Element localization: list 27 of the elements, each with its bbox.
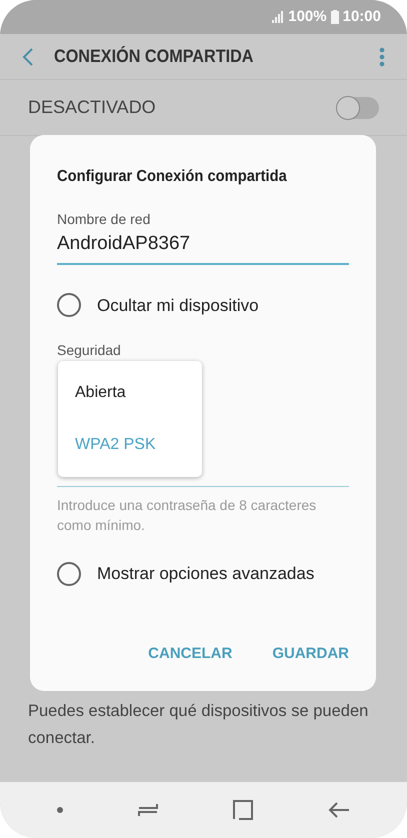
dialog-title: Configurar Conexión compartida <box>57 167 288 187</box>
field-label: Nombre de red <box>57 210 152 229</box>
helper-text: Introduce una contraseña de 8 caracteres como mínimo. <box>57 496 318 535</box>
signal-icon <box>272 11 284 23</box>
screen-title: CONEXIÓN COMPARTIDA <box>54 45 254 68</box>
option-label: Ocultar mi dispositivo <box>97 294 259 316</box>
dialog-button[interactable]: GUARDAR <box>272 638 349 669</box>
menu-item[interactable]: WPA2 PSK <box>58 419 202 471</box>
radio-button[interactable] <box>57 293 81 318</box>
home-icon[interactable] <box>232 800 253 820</box>
option-label: Mostrar opciones avanzadas <box>97 563 314 585</box>
description-text: Puedes establecer qué dispositivos se pueden conectar. <box>28 701 370 749</box>
recent-apps-icon[interactable] <box>138 802 158 818</box>
battery-level: 100% <box>288 6 327 27</box>
network-name-field[interactable]: AndroidAP8367 <box>57 230 349 264</box>
dot-icon <box>57 807 64 813</box>
menu-item[interactable]: Abierta <box>58 367 202 419</box>
back-icon <box>22 46 34 66</box>
dialog-button[interactable]: CANCELAR <box>148 638 232 669</box>
radio-button[interactable] <box>57 562 81 586</box>
field-label: Seguridad <box>57 341 122 360</box>
time: 10:00 <box>342 6 381 27</box>
back-icon[interactable] <box>328 802 350 818</box>
more-options-icon <box>379 46 385 66</box>
toggle-switch[interactable] <box>337 96 379 118</box>
battery-icon <box>330 10 339 24</box>
hotspot-status: DESACTIVADO <box>28 96 156 119</box>
